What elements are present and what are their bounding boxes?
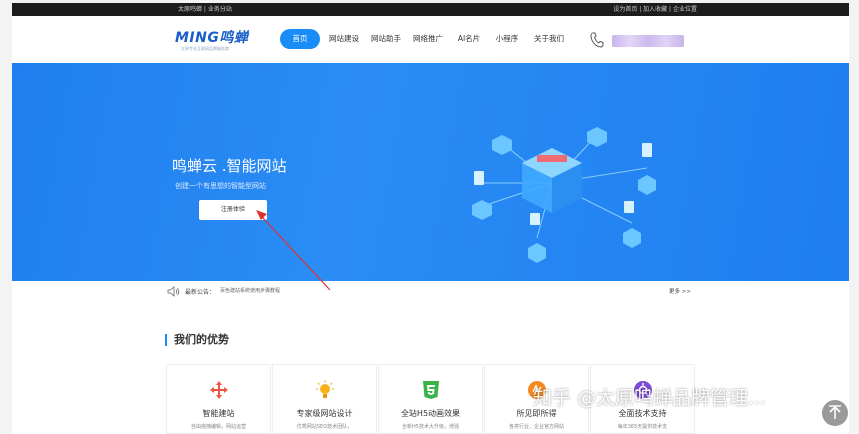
nav-about-us[interactable]: 关于我们	[529, 29, 569, 49]
back-to-top-button[interactable]	[822, 400, 848, 426]
top-bar: 太原鸣蝉 | 业务分站 设为首页 | 加入收藏 | 企业位置	[12, 3, 849, 16]
advantage-card-title: 专家级网站设计	[296, 409, 353, 418]
logo-text: MING鸣蝉	[175, 30, 249, 46]
speaker-icon	[167, 286, 180, 297]
advantage-card-title: 智能建站	[202, 409, 235, 418]
nav-network-promotion[interactable]: 网络推广	[408, 29, 448, 49]
banner-subtitle: 创建一个有思想的智能型网站	[175, 182, 266, 190]
network-cube-illustration	[472, 127, 656, 263]
advantages-title: 我们的优势	[165, 334, 229, 346]
html5-icon	[423, 381, 439, 399]
zhihu-watermark: 知乎 @太原鸣蝉品牌管理...	[533, 387, 767, 409]
nav-website-building[interactable]: 网站建设	[324, 29, 364, 49]
nav-mini-program[interactable]: 小程序	[490, 29, 524, 49]
advantage-card-desc: 全新H5技术大升级，增强	[402, 424, 459, 430]
header: MING鸣蝉 太原专业互联网品牌服务商 首页 网站建设 网站助手 网络推广 AI…	[12, 16, 849, 63]
register-button[interactable]: 注册体验	[199, 200, 267, 220]
nav-ai-card[interactable]: AI名片	[452, 29, 486, 49]
advantage-card-desc: 每年365天提供技术支	[617, 424, 668, 430]
page: 太原鸣蝉 | 业务分站 设为首页 | 加入收藏 | 企业位置 MING鸣蝉 太原…	[12, 3, 849, 434]
advantage-card-desc: 各类行业，企业官方网站	[508, 424, 564, 430]
advantage-card[interactable]: 专家级网站设计 优秀网站SEO技术团队，	[272, 364, 377, 434]
logo[interactable]: MING鸣蝉 太原专业互联网品牌服务商	[175, 30, 248, 52]
nav-home[interactable]: 首页	[280, 29, 320, 49]
announcement-more-link[interactable]: 更多 >>	[669, 287, 691, 295]
phone-icon	[590, 32, 604, 48]
advantage-card-desc: 自由拖拽编辑，网站运营	[190, 424, 246, 430]
hero-banner: 鸣蝉云 .智能网站 创建一个有思想的智能型网站 注册体验	[12, 63, 849, 281]
move-arrows-icon	[210, 381, 228, 399]
nav-website-assistant[interactable]: 网站助手	[366, 29, 406, 49]
logo-tagline: 太原专业互联网品牌服务商	[181, 46, 229, 51]
announcement-label: 最新公告：	[185, 289, 216, 296]
advantage-card-desc: 优秀网站SEO技术团队，	[296, 424, 353, 430]
top-bar-right-links[interactable]: 设为首页 | 加入收藏 | 企业位置	[613, 3, 697, 16]
advantage-card-title: 全站H5动画效果	[400, 409, 461, 418]
announcement-bar: 最新公告： 百色建站系统使用步骤教程 更多 >>	[12, 281, 849, 304]
announcement-link[interactable]: 百色建站系统使用步骤教程	[220, 287, 280, 294]
arrow-up-icon	[829, 405, 841, 419]
blurred-phone-number	[612, 35, 684, 47]
lightbulb-icon	[316, 380, 334, 398]
top-bar-left-links[interactable]: 太原鸣蝉 | 业务分站	[178, 3, 232, 16]
banner-title: 鸣蝉云 .智能网站	[172, 157, 287, 175]
advantage-card[interactable]: 全站H5动画效果 全新H5技术大升级，增强	[378, 364, 483, 434]
advantage-card[interactable]: 智能建站 自由拖拽编辑，网站运营	[166, 364, 271, 434]
